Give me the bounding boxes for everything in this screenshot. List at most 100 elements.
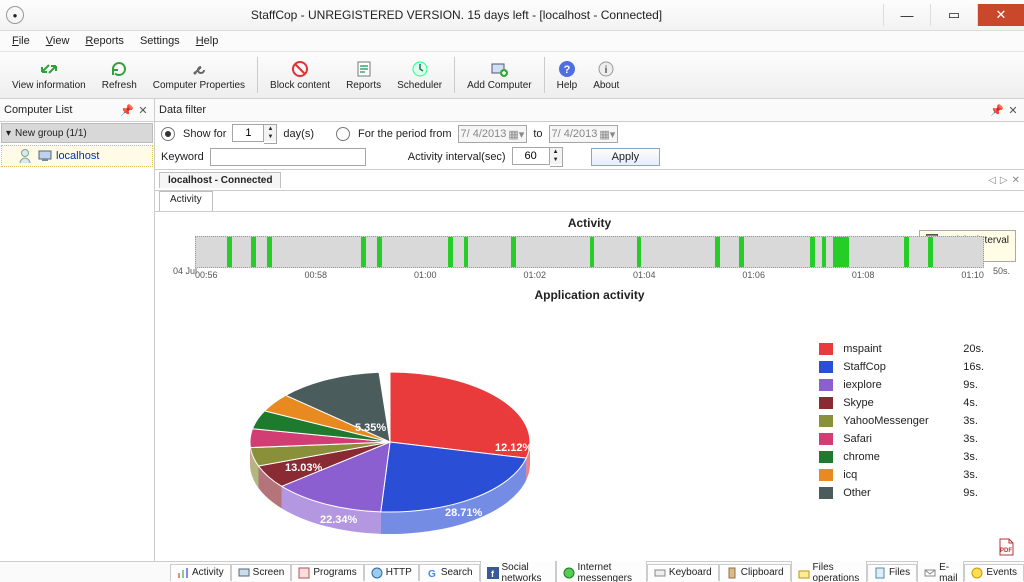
- tab-close-icon[interactable]: ✕: [1012, 175, 1020, 186]
- tab-programs[interactable]: Programs: [291, 564, 363, 581]
- app-icon: ●: [6, 6, 24, 24]
- keyword-input[interactable]: [210, 148, 366, 166]
- minimize-button[interactable]: —: [883, 4, 930, 26]
- menu-reports[interactable]: Reports: [79, 33, 130, 49]
- interval-input[interactable]: [512, 147, 550, 165]
- menu-view[interactable]: View: [40, 33, 76, 49]
- files-icon: [874, 567, 886, 579]
- title-bar: ● StaffCop - UNREGISTERED VERSION. 15 da…: [0, 0, 1024, 31]
- tab-activity[interactable]: Activity: [170, 564, 231, 581]
- period-radio[interactable]: [336, 127, 350, 141]
- menu-settings[interactable]: Settings: [134, 33, 186, 49]
- close-button[interactable]: ✕: [977, 4, 1024, 26]
- messenger-icon: [563, 567, 575, 579]
- tab-clipboard[interactable]: Clipboard: [719, 564, 791, 581]
- bars-icon: [177, 567, 189, 579]
- tab-next-icon[interactable]: ▷: [1000, 175, 1008, 186]
- show-for-radio[interactable]: [161, 127, 175, 141]
- pin-icon[interactable]: 📌: [120, 103, 134, 117]
- activity-title: Activity: [155, 216, 1024, 230]
- date-to[interactable]: 7/ 4/2013▦▾: [549, 125, 619, 143]
- connection-tab[interactable]: localhost - Connected: [159, 172, 281, 188]
- data-filter-header: Data filter: [159, 104, 206, 116]
- pie-chart: [225, 347, 555, 547]
- host-item[interactable]: localhost: [1, 145, 153, 167]
- reports-icon: [354, 59, 374, 79]
- refresh-button[interactable]: Refresh: [94, 52, 145, 98]
- window-icon: [298, 567, 310, 579]
- apply-button[interactable]: Apply: [591, 148, 661, 166]
- files-ops-icon: [798, 567, 810, 579]
- help-button[interactable]: ?Help: [549, 52, 586, 98]
- interval-spinner[interactable]: ▲▼: [550, 147, 563, 167]
- activity-subtab[interactable]: Activity: [159, 191, 213, 211]
- reports-button[interactable]: Reports: [338, 52, 389, 98]
- tab-http[interactable]: HTTP: [364, 564, 419, 581]
- computer-list-pane: Computer List 📌 ✕ ▾ New group (1/1) loca…: [0, 99, 155, 561]
- export-pdf-button[interactable]: PDF: [996, 537, 1016, 557]
- tab-screen[interactable]: Screen: [231, 564, 292, 581]
- add-computer-button[interactable]: Add Computer: [459, 52, 539, 98]
- chevron-down-icon: ▾: [6, 128, 11, 139]
- arrows-icon: [39, 59, 59, 79]
- refresh-icon: [109, 59, 129, 79]
- app-legend: mspaint20s.StaffCop16s.iexplore9s.Skype4…: [819, 340, 984, 502]
- bottom-tabs: Activity Screen Programs HTTP GSearch fS…: [0, 561, 1024, 582]
- pin-icon[interactable]: 📌: [990, 103, 1004, 117]
- monitor-icon: [238, 567, 250, 579]
- block-content-button[interactable]: Block content: [262, 52, 338, 98]
- block-icon: [290, 59, 310, 79]
- group-row[interactable]: ▾ New group (1/1): [1, 123, 153, 143]
- svg-text:G: G: [428, 569, 436, 579]
- days-input[interactable]: [232, 124, 264, 142]
- computer-list-header: Computer List: [4, 104, 72, 116]
- host-label: localhost: [56, 150, 99, 162]
- svg-text:i: i: [605, 65, 608, 76]
- close-panel-icon[interactable]: ✕: [1006, 103, 1020, 117]
- monitor-icon: [38, 150, 52, 162]
- tools-icon: [189, 59, 209, 79]
- facebook-icon: f: [487, 567, 499, 579]
- add-computer-icon: [489, 59, 509, 79]
- view-information-button[interactable]: View information: [4, 52, 94, 98]
- date-from[interactable]: 7/ 4/2013▦▾: [458, 125, 528, 143]
- tab-events[interactable]: Events: [964, 564, 1024, 581]
- google-icon: G: [426, 567, 438, 579]
- tab-search[interactable]: GSearch: [419, 564, 480, 581]
- activity-timeline[interactable]: 00:5600:5801:0001:0201:0401:0601:0801:10: [195, 236, 984, 266]
- window-title: StaffCop - UNREGISTERED VERSION. 15 days…: [30, 8, 883, 22]
- close-panel-icon[interactable]: ✕: [136, 103, 150, 117]
- maximize-button[interactable]: ▭: [930, 4, 977, 26]
- scheduler-button[interactable]: Scheduler: [389, 52, 450, 98]
- events-icon: [971, 567, 983, 579]
- svg-text:?: ?: [564, 64, 571, 76]
- calendar-icon: ▦▾: [599, 128, 615, 141]
- tab-files-operations[interactable]: Files operations: [791, 559, 867, 582]
- user-icon: [18, 148, 34, 164]
- tab-email[interactable]: E-mail: [917, 559, 964, 582]
- app-activity-title: Application activity: [155, 288, 1024, 302]
- about-button[interactable]: iAbout: [585, 52, 627, 98]
- right-pane: Data filter 📌 ✕ Show for ▲▼ day(s) For t…: [155, 99, 1024, 561]
- keyboard-icon: [654, 567, 666, 579]
- computer-properties-button[interactable]: Computer Properties: [145, 52, 253, 98]
- svg-text:PDF: PDF: [1000, 548, 1012, 554]
- about-icon: i: [596, 59, 616, 79]
- clock-icon: [410, 59, 430, 79]
- days-spinner[interactable]: ▲▼: [264, 124, 277, 144]
- tab-im[interactable]: Internet messengers: [556, 559, 647, 582]
- menu-help[interactable]: Help: [190, 33, 225, 49]
- tab-social[interactable]: fSocial networks: [480, 559, 556, 582]
- chart-area: Activity Activity interval Inactivity 04…: [155, 212, 1024, 561]
- clipboard-icon: [726, 567, 738, 579]
- tab-keyboard[interactable]: Keyboard: [647, 564, 719, 581]
- tab-files[interactable]: Files: [867, 564, 917, 581]
- menu-bar: File View Reports Settings Help: [0, 31, 1024, 52]
- menu-file[interactable]: File: [6, 33, 36, 49]
- help-icon: ?: [557, 59, 577, 79]
- toolbar: View information Refresh Computer Proper…: [0, 52, 1024, 99]
- tab-prev-icon[interactable]: ◁: [988, 175, 996, 186]
- globe-icon: [371, 567, 383, 579]
- email-icon: [924, 567, 936, 579]
- data-filter: Show for ▲▼ day(s) For the period from 7…: [155, 122, 1024, 170]
